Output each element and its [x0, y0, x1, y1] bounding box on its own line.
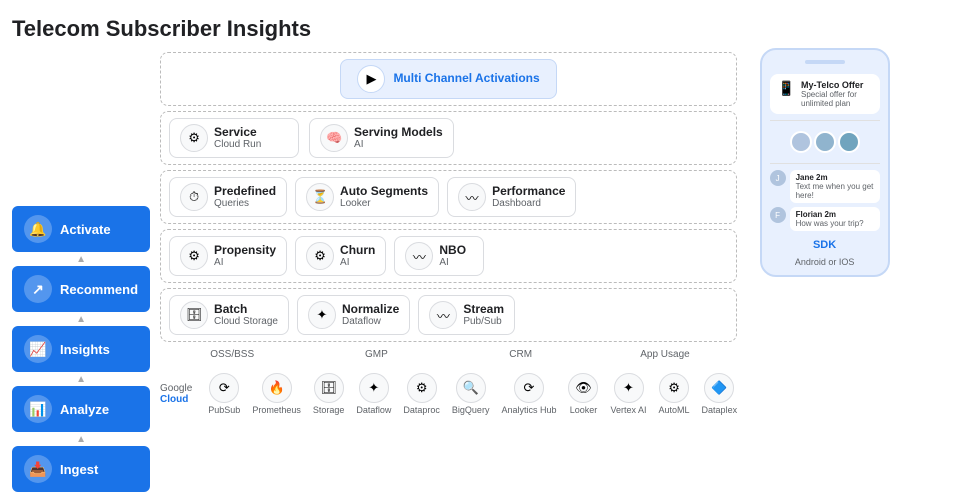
phone-divider: [770, 120, 880, 121]
predefined-icon: ⏱: [180, 183, 208, 211]
analyze-icon: 📊: [24, 395, 52, 423]
box-churn: ⚙ Churn AI: [295, 236, 386, 276]
offer-icon: 📱: [778, 80, 795, 97]
nbo-icon: 〰: [405, 242, 433, 270]
icon-looker: 👁 Looker: [568, 373, 598, 415]
row-multichannel: ▶ Multi Channel Activations: [160, 52, 737, 106]
source-labels: OSS/BSS GMP CRM App Usage: [160, 347, 737, 360]
diagram-area: ▶ Multi Channel Activations ⚙ Service Cl…: [160, 52, 737, 492]
arrow-1: ▲: [12, 252, 150, 266]
content-area: 🔔 Activate ▲ ↗ Recommend ▲ 📈 Insights ▲ …: [12, 52, 943, 492]
phone-mockup: 📱 My-Telco Offer Special offer for unlim…: [760, 48, 890, 277]
row-ingest: 🗄 Batch Cloud Storage ✦ Normalize Datafl…: [160, 288, 737, 342]
row-ai-models: ⚙ Propensity AI ⚙ Churn AI 〰: [160, 229, 737, 283]
insights-icon: 📈: [24, 335, 52, 363]
jane-avatar: J: [770, 170, 786, 186]
chat-msg-florian: F Florian 2m How was your trip?: [770, 207, 880, 231]
sidebar-btn-insights[interactable]: 📈 Insights: [12, 326, 150, 372]
page-title: Telecom Subscriber Insights: [12, 16, 943, 42]
main-container: Telecom Subscriber Insights 🔔 Activate ▲…: [0, 0, 955, 500]
box-auto-segments: ⏳ Auto Segments Looker: [295, 177, 439, 217]
phone-chat: J Jane 2m Text me when you get here! F F…: [770, 170, 880, 231]
avatar-row: [770, 131, 880, 153]
florian-avatar: F: [770, 207, 786, 223]
sidebar-btn-activate[interactable]: 🔔 Activate: [12, 206, 150, 252]
phone-os-label: Android or IOS: [770, 257, 880, 267]
icon-storage: 🗄 Storage: [313, 373, 345, 415]
sidebar-btn-recommend[interactable]: ↗ Recommend: [12, 266, 150, 312]
serving-icon: 🧠: [320, 124, 348, 152]
icon-pubsub: ⟳ PubSub: [208, 373, 240, 415]
avatar-3: [838, 131, 860, 153]
performance-icon: 〰: [458, 183, 486, 211]
recommend-icon: ↗: [24, 275, 52, 303]
jane-bubble: Jane 2m Text me when you get here!: [790, 170, 880, 203]
arrow-2: ▲: [12, 312, 150, 326]
box-service-cloud-run: ⚙ Service Cloud Run: [169, 118, 299, 158]
icon-dataflow: ✦ Dataflow: [356, 373, 391, 415]
activate-icon: 🔔: [24, 215, 52, 243]
avatar-1: [790, 131, 812, 153]
churn-icon: ⚙: [306, 242, 334, 270]
multichannel-label: Multi Channel Activations: [393, 71, 539, 87]
bottom-icons-row: Google Cloud ⟳ PubSub 🔥 Prometheus 🗄 Sto…: [160, 369, 737, 415]
google-cloud-logo: Google Cloud: [160, 383, 192, 405]
phone-area: 📱 My-Telco Offer Special offer for unlim…: [747, 48, 902, 492]
arrow-3: ▲: [12, 372, 150, 386]
icon-analytics-hub: ⟳ Analytics Hub: [501, 373, 556, 415]
avatar-2: [814, 131, 836, 153]
row-queries: ⏱ Predefined Queries ⏳ Auto Segments Loo…: [160, 170, 737, 224]
ingest-icon: 📥: [24, 455, 52, 483]
service-icon: ⚙: [180, 124, 208, 152]
icon-dataplex: 🔷 Dataplex: [702, 373, 738, 415]
normalize-icon: ✦: [308, 301, 336, 329]
phone-sdk-label: SDK: [770, 239, 880, 251]
box-serving-models: 🧠 Serving Models AI: [309, 118, 454, 158]
propensity-icon: ⚙: [180, 242, 208, 270]
icon-automl: ⚙ AutoML: [659, 373, 690, 415]
multichannel-icon: ▶: [357, 65, 385, 93]
sidebar-btn-ingest[interactable]: 📥 Ingest: [12, 446, 150, 492]
box-propensity: ⚙ Propensity AI: [169, 236, 287, 276]
chat-msg-jane: J Jane 2m Text me when you get here!: [770, 170, 880, 203]
box-nbo: 〰 NBO AI: [394, 236, 484, 276]
icon-bigquery: 🔍 BigQuery: [452, 373, 490, 415]
phone-offer-card: 📱 My-Telco Offer Special offer for unlim…: [770, 74, 880, 114]
icon-vertex-ai: ✦ Vertex AI: [610, 373, 646, 415]
sidebar-btn-analyze[interactable]: 📊 Analyze: [12, 386, 150, 432]
offer-sub: Special offer for unlimited plan: [801, 90, 872, 108]
box-performance: 〰 Performance Dashboard: [447, 177, 576, 217]
stream-icon: 〰: [429, 301, 457, 329]
florian-bubble: Florian 2m How was your trip?: [790, 207, 880, 231]
icon-dataproc: ⚙ Dataproc: [403, 373, 440, 415]
multichannel-box: ▶ Multi Channel Activations: [340, 59, 556, 99]
box-batch: 🗄 Batch Cloud Storage: [169, 295, 289, 335]
icon-prometheus: 🔥 Prometheus: [252, 373, 301, 415]
left-sidebar: 🔔 Activate ▲ ↗ Recommend ▲ 📈 Insights ▲ …: [12, 52, 150, 492]
phone-notch: [805, 60, 845, 64]
batch-icon: 🗄: [180, 301, 208, 329]
row-service: ⚙ Service Cloud Run 🧠 Serving Models AI: [160, 111, 737, 165]
box-predefined: ⏱ Predefined Queries: [169, 177, 287, 217]
phone-divider-2: [770, 163, 880, 164]
box-stream: 〰 Stream Pub/Sub: [418, 295, 515, 335]
box-normalize: ✦ Normalize Dataflow: [297, 295, 410, 335]
auto-segments-icon: ⏳: [306, 183, 334, 211]
offer-title: My-Telco Offer: [801, 80, 872, 90]
arrow-4: ▲: [12, 432, 150, 446]
